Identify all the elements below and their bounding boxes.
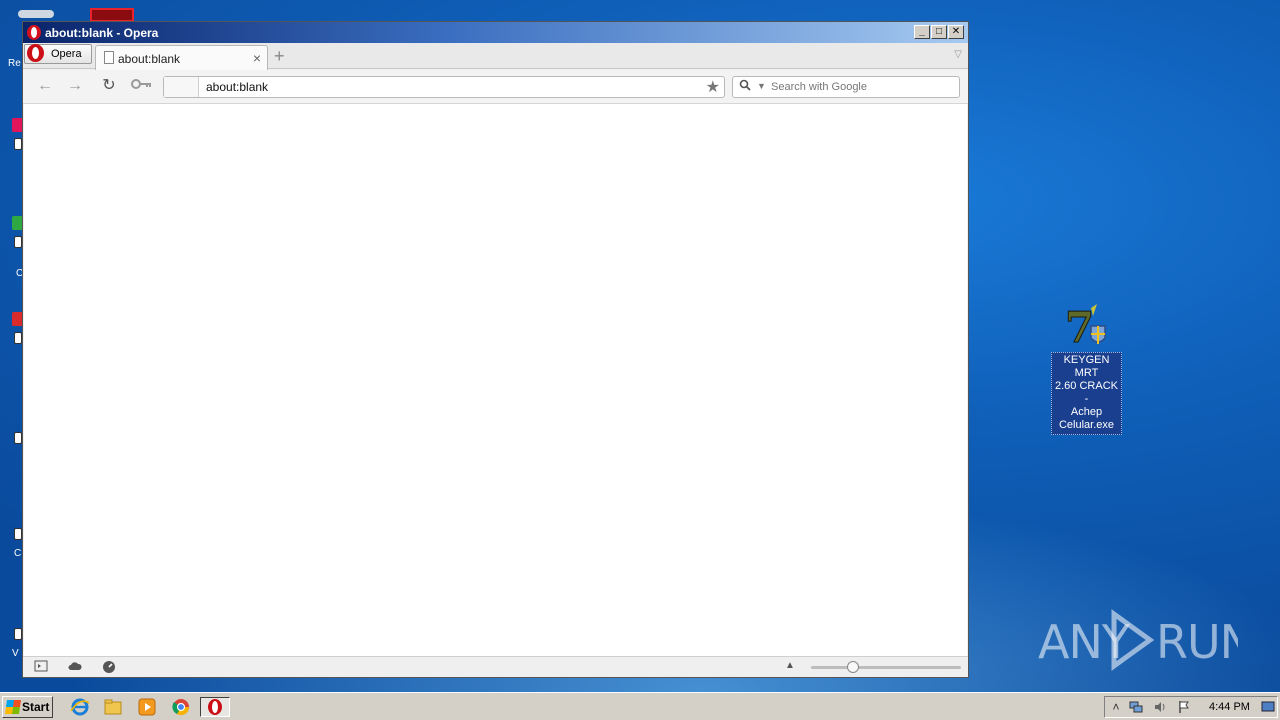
start-button[interactable]: Start [2, 696, 53, 718]
chrome-icon[interactable] [170, 697, 192, 717]
volume-icon[interactable] [1153, 700, 1167, 714]
show-hidden-icons-chevron-icon[interactable]: ˄ [1109, 700, 1123, 714]
address-text[interactable]: about:blank [206, 80, 268, 94]
search-field[interactable]: ▼ Search with Google [732, 76, 960, 98]
shortcut-arrow-icon [14, 138, 22, 150]
windows-logo-icon [5, 700, 21, 714]
recycle-bin-icon[interactable]: Re [0, 8, 54, 69]
action-center-flag-icon[interactable] [1177, 700, 1191, 714]
search-placeholder: Search with Google [771, 81, 867, 93]
taskbar-clock[interactable]: 4:44 PM [1209, 701, 1250, 713]
keygen-icon-label: KEYGEN MRT 2.60 CRACK - Achep Celular.ex… [1051, 352, 1122, 435]
tab-menu-chevron-icon[interactable]: ▽ [954, 49, 962, 60]
recycle-bin-label: Re [8, 58, 21, 69]
maximize-button[interactable]: □ [931, 25, 947, 39]
key-icon[interactable] [129, 77, 155, 95]
opera-unite-cloud-icon[interactable] [68, 660, 82, 674]
opera-logo-icon [27, 25, 41, 40]
svg-text:RUN: RUN [1156, 615, 1238, 669]
new-tab-button[interactable]: + [274, 46, 285, 67]
keygen-desktop-icon[interactable]: 7 KEYGEN MRT 2.60 CRACK - Achep Celular.… [1051, 300, 1122, 435]
search-engine-dropdown-icon[interactable]: ▼ [757, 81, 766, 91]
page-content[interactable] [24, 104, 967, 656]
opera-logo-icon [27, 44, 44, 62]
tab-about-blank[interactable]: about:blank × [95, 45, 268, 70]
7zip-sfx-icon: 7 [1065, 303, 1106, 350]
zoom-slider-handle[interactable] [847, 661, 859, 673]
explorer-icon[interactable] [102, 697, 124, 717]
close-window-button[interactable]: ✕ [948, 25, 964, 39]
anyrun-logo: ANY RUN [1038, 609, 1254, 671]
search-icon [739, 79, 751, 94]
start-label: Start [22, 700, 50, 714]
tab-close-icon[interactable]: × [253, 50, 261, 66]
shortcut-arrow-icon [14, 528, 22, 540]
shortcut-arrow-icon [14, 236, 22, 248]
svg-text:7: 7 [1065, 303, 1094, 350]
shortcut-arrow-icon [14, 432, 22, 444]
desktop-shortcut-6[interactable]: V [0, 628, 24, 668]
opera-menu-label: Opera [51, 48, 82, 60]
desktop-shortcut-2[interactable]: C [0, 216, 24, 279]
shortcut-arrow-icon [14, 332, 22, 344]
network-icon[interactable] [1129, 700, 1143, 714]
zoom-slider-track[interactable] [811, 666, 961, 669]
opera-turbo-icon[interactable] [102, 660, 116, 674]
desktop-shortcut-4[interactable] [0, 432, 24, 472]
taskbar: Start ˄ 4:44 PM [0, 692, 1280, 720]
system-tray: ˄ 4:44 PM [1104, 696, 1278, 718]
address-bar[interactable]: about:blank ★ [163, 76, 725, 98]
shortcut-label: V [12, 648, 19, 659]
opera-window: about:blank - Opera _ □ ✕ Opera about:bl… [22, 21, 969, 678]
tab-label: about:blank [118, 52, 181, 66]
desktop-shortcut-1[interactable] [0, 118, 24, 158]
star-icon[interactable]: ★ [706, 77, 720, 97]
desktop-shortcut-3[interactable] [0, 312, 24, 352]
opera-menu-button[interactable]: Opera [24, 44, 92, 64]
shortcut-arrow-icon [14, 628, 22, 640]
back-icon[interactable]: ← [35, 77, 55, 95]
address-security-segment[interactable] [164, 77, 199, 97]
navigation-toolbar: ← → ↻ about:blank ★ ▼ Search with Google [23, 70, 968, 104]
reload-icon[interactable]: ↻ [99, 77, 119, 95]
desktop-shortcut-5[interactable]: C [0, 528, 24, 568]
tab-bar: Opera about:blank × + ▽ [23, 43, 968, 70]
window-title: about:blank - Opera [45, 26, 159, 40]
media-player-icon[interactable] [136, 697, 158, 717]
forward-icon[interactable]: → [65, 77, 85, 95]
opera-icon[interactable] [200, 697, 230, 717]
desktop-app-icon-partial[interactable] [90, 8, 134, 22]
show-desktop-icon[interactable] [1261, 700, 1275, 714]
zoom-menu-arrow-icon[interactable]: ▲ [785, 660, 795, 671]
window-titlebar[interactable]: about:blank - Opera _ □ ✕ [23, 22, 968, 43]
ie-icon[interactable] [69, 697, 91, 717]
panel-toggle-icon[interactable] [34, 660, 48, 674]
status-bar: ▲ [23, 656, 968, 677]
minimize-button[interactable]: _ [914, 25, 930, 39]
recycle-bin-icon-graphic [18, 10, 54, 18]
page-icon [104, 51, 114, 64]
shortcut-label: C [14, 548, 22, 559]
anyrun-watermark: ANY RUN [1038, 608, 1254, 672]
